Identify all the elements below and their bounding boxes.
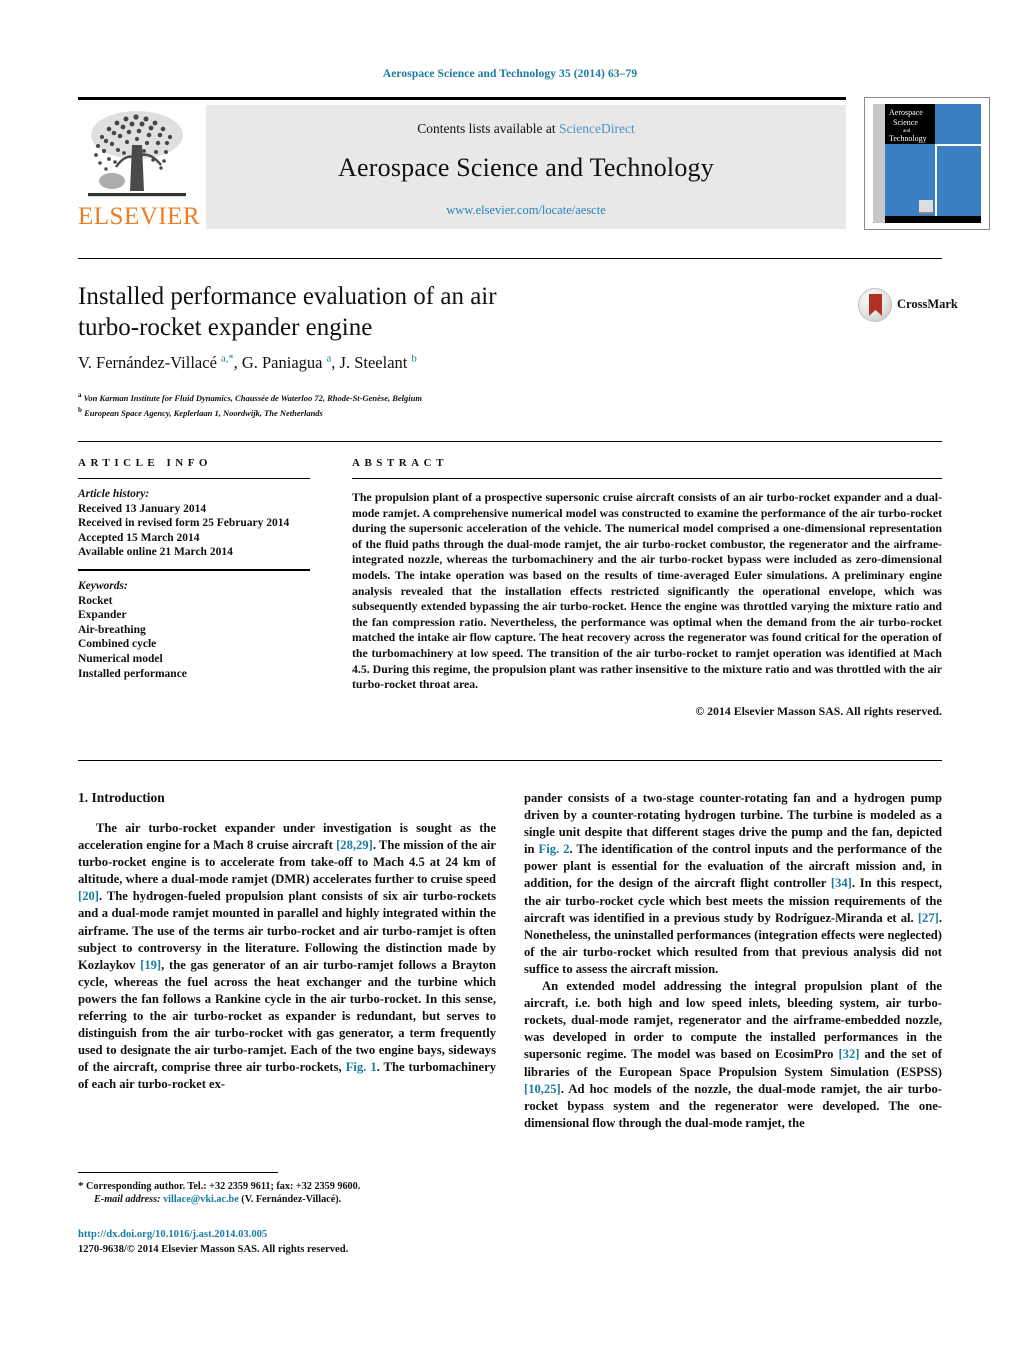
info-heading-rule: [78, 478, 310, 479]
journal-masthead: ELSEVIER Contents lists available at Sci…: [78, 97, 990, 230]
journal-band: Contents lists available at ScienceDirec…: [206, 105, 846, 229]
svg-text:Aerospace: Aerospace: [889, 108, 923, 117]
paper-page: Aerospace Science and Technology 35 (201…: [0, 0, 1020, 1351]
article-info-column: ARTICLE INFO Article history: Received 1…: [78, 457, 310, 681]
paragraph-intro-2: An extended model addressing the integra…: [524, 979, 942, 1130]
cover-artwork: Aerospace Science and Technology: [865, 98, 989, 229]
keyword-item: Air-breathing: [78, 623, 146, 636]
footnote-block: * Corresponding author. Tel.: +32 2359 9…: [78, 1180, 508, 1207]
abstract-text: The propulsion plant of a prospective su…: [352, 490, 942, 692]
title-rule: [78, 258, 942, 259]
page-title: Installed performance evaluation of an a…: [78, 281, 718, 343]
paragraph-intro-1-cont: pander consists of a two-stage counter-r…: [524, 791, 942, 976]
history-item: Available online 21 March 2014: [78, 546, 233, 559]
running-head: Aerospace Science and Technology 35 (201…: [382, 68, 638, 80]
body-separator-rule: [78, 760, 942, 761]
footnote-rule: [78, 1172, 278, 1173]
paragraph-intro-1: The air turbo-rocket expander under inve…: [78, 821, 497, 1092]
body-column-left: 1. Introduction The air turbo-rocket exp…: [78, 790, 496, 1094]
keywords-label: Keywords:: [78, 579, 128, 592]
title-line-2: turbo-rocket expander engine: [78, 314, 373, 341]
author-list: V. Fernández-Villacé a,*, G. Paniagua a,…: [78, 353, 417, 372]
history-item: Accepted 15 March 2014: [78, 531, 200, 544]
email-link[interactable]: villace@vki.ac.be: [163, 1194, 239, 1205]
elsevier-tree-icon: [88, 111, 186, 197]
abstract-heading: ABSTRACT: [352, 457, 448, 469]
masthead-top-rule: [78, 97, 846, 100]
contents-available-line: Contents lists available at ScienceDirec…: [206, 121, 846, 137]
corresponding-author-text: Corresponding author. Tel.: +32 2359 961…: [86, 1181, 361, 1192]
affiliation-a: a Von Karman Institute for Fluid Dynamic…: [78, 391, 422, 403]
article-history-label: Article history:: [78, 488, 150, 500]
article-history-block: Article history: Received 13 January 201…: [78, 487, 310, 560]
keywords-block: Keywords: Rocket Expander Air-breathing …: [78, 579, 310, 681]
footnote-star: *: [78, 1180, 84, 1192]
email-label: E-mail address:: [94, 1194, 161, 1206]
journal-url-link[interactable]: www.elsevier.com/locate/aescte: [206, 203, 846, 218]
abstract-copyright: © 2014 Elsevier Masson SAS. All rights r…: [695, 703, 942, 718]
keyword-item: Expander: [78, 609, 127, 622]
article-info-heading: ARTICLE INFO: [78, 457, 212, 469]
affiliation-b: b European Space Agency, Keplerlaan 1, N…: [78, 406, 323, 419]
email-owner: (V. Fernández-Villacé).: [241, 1194, 342, 1206]
svg-text:Technology: Technology: [889, 134, 927, 143]
body-column-right: pander consists of a two-stage counter-r…: [524, 790, 942, 1132]
keyword-item: Installed performance: [78, 667, 187, 680]
abstract-heading-rule: [352, 478, 942, 479]
doi-link[interactable]: http://dx.doi.org/10.1016/j.ast.2014.03.…: [78, 1228, 508, 1242]
keyword-item: Rocket: [78, 594, 113, 607]
info-section-rule: [78, 441, 942, 442]
journal-title: Aerospace Science and Technology: [338, 153, 714, 182]
title-line-1: Installed performance evaluation of an a…: [78, 283, 497, 310]
affiliation-a-text: Von Karman Institute for Fluid Dynamics,…: [83, 392, 422, 403]
journal-cover-thumbnail: Aerospace Science and Technology: [864, 97, 990, 230]
elsevier-wordmark: ELSEVIER: [78, 203, 201, 230]
keywords-rule: [78, 568, 310, 571]
affiliations: a Von Karman Institute for Fluid Dynamic…: [78, 389, 778, 420]
crossmark-badge[interactable]: CrossMark: [858, 288, 958, 324]
crossmark-label: CrossMark: [897, 297, 958, 311]
keyword-item: Numerical model: [78, 652, 163, 665]
keyword-item: Combined cycle: [78, 638, 157, 651]
issn-copyright-line: 1270-9638/© 2014 Elsevier Masson SAS. Al…: [78, 1244, 349, 1255]
affiliation-b-text: European Space Agency, Keplerlaan 1, Noo…: [84, 408, 323, 419]
contents-prefix: Contents lists available at: [417, 121, 559, 136]
history-item: Received in revised form 25 February 201…: [78, 517, 290, 530]
elsevier-logo: ELSEVIER: [78, 105, 201, 230]
email-line: E-mail address: villace@vki.ac.be (V. Fe…: [78, 1193, 508, 1206]
sciencedirect-link[interactable]: ScienceDirect: [559, 121, 635, 136]
corresponding-author-line: * Corresponding author. Tel.: +32 2359 9…: [78, 1180, 508, 1193]
abstract-column: ABSTRACT The propulsion plant of a prosp…: [352, 457, 942, 719]
history-item: Received 13 January 2014: [78, 502, 207, 515]
svg-text:Science: Science: [893, 118, 918, 127]
section-heading-introduction: 1. Introduction: [78, 790, 165, 805]
